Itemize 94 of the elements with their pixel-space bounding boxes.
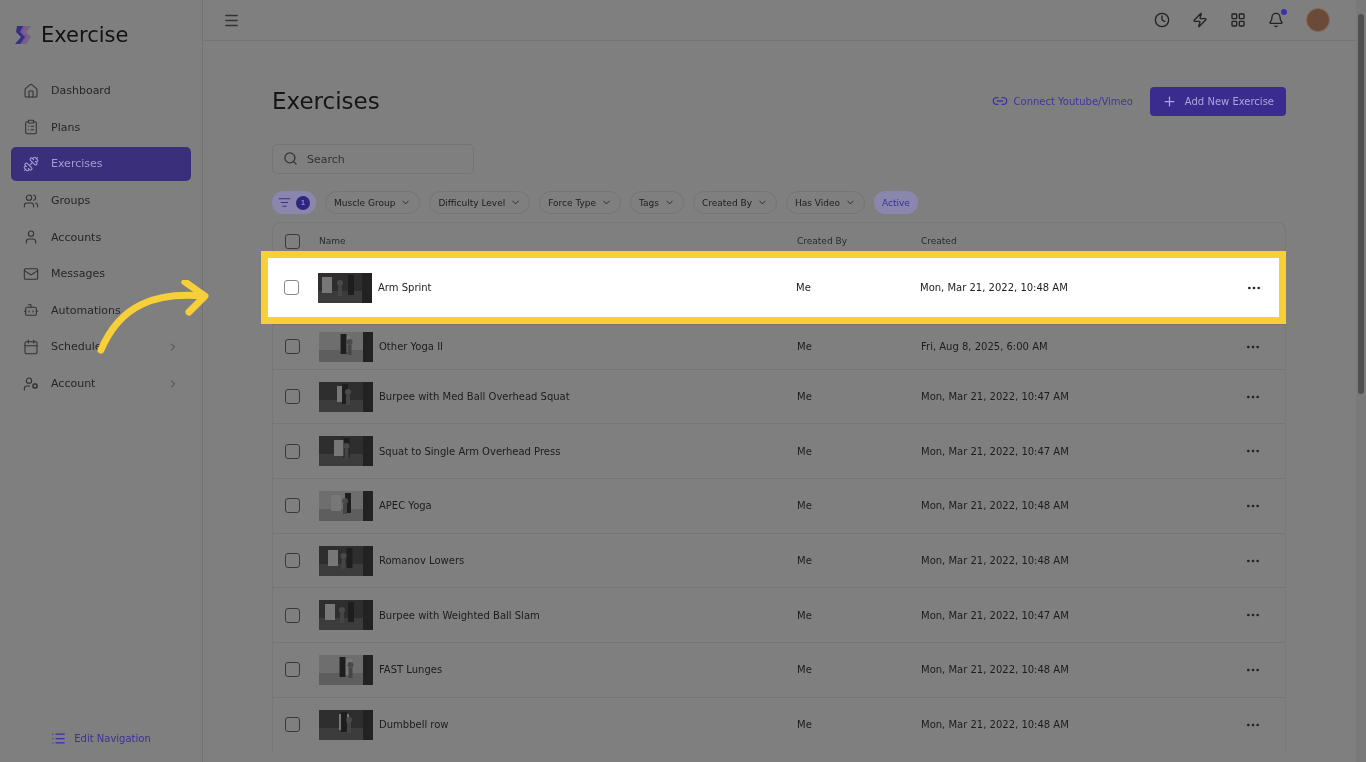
nav-label: Automations — [51, 303, 122, 317]
table-cell-text: Mon, Mar 21, 2022, 10:48 AM — [921, 719, 1070, 731]
edit-navigation-link[interactable]: Edit Navigation — [11, 731, 191, 762]
nav-item[interactable]: Groups — [11, 183, 191, 218]
search-field[interactable]: Search — [272, 144, 474, 174]
nav-label: Schedule — [51, 340, 103, 354]
exercise-name: Burpee with Weighted Ball Slam — [379, 609, 541, 621]
calendar-icon — [23, 338, 39, 355]
table-cell-text: Me — [797, 719, 813, 731]
highlighted-row[interactable]: Arm Sprint Me Mon, Mar 21, 2022, 10:48 AM — [261, 251, 1286, 324]
table-cell-text: Me — [796, 282, 812, 293]
table-cell-text: Me — [797, 391, 813, 403]
checkbox[interactable] — [285, 717, 300, 733]
table-cell-text: Me — [797, 445, 813, 457]
nav-label: Groups — [51, 194, 92, 208]
app-name: Exercise — [41, 23, 129, 47]
nav-label: Plans — [51, 120, 82, 134]
table-row[interactable]: APEC Yoga Me Mon, Mar 21, 2022, 10:48 AM — [273, 478, 1285, 533]
table-cell-text: Mon, Mar 21, 2022, 10:48 AM — [921, 500, 1070, 512]
table-cell-text: Mon, Mar 21, 2022, 10:47 AM — [921, 445, 1070, 457]
nav-item[interactable]: Account — [11, 366, 191, 401]
add-button[interactable]: Add New Exercise — [1149, 86, 1286, 116]
checkbox[interactable] — [285, 553, 300, 569]
nav-label: Dashboard — [51, 84, 112, 98]
nav-item[interactable]: Automations — [11, 293, 191, 328]
exercise-name: Romanov Lowers — [379, 555, 466, 567]
user-icon — [23, 229, 39, 246]
table-cell-text: Mon, Mar 21, 2022, 10:47 AM — [921, 609, 1070, 621]
users-icon — [23, 192, 39, 209]
table-cell-text: Mon, Mar 21, 2022, 10:48 AM — [920, 282, 1069, 293]
filter-icon — [278, 196, 291, 209]
table-cell-text: Me — [797, 555, 813, 567]
table-cell-text: Me — [797, 341, 813, 353]
nav-item[interactable]: Dashboard — [11, 74, 191, 108]
nav-label: Messages — [51, 267, 106, 281]
table-row[interactable]: FAST Lunges Me Mon, Mar 21, 2022, 10:48 AM — [273, 642, 1285, 697]
exercise-name: APEC Yoga — [379, 500, 433, 512]
table-cell-text: Mon, Mar 21, 2022, 10:48 AM — [921, 555, 1070, 567]
exercise-name: Arm Sprint — [378, 282, 433, 293]
nav-item[interactable]: Schedule — [11, 330, 191, 364]
search-icon — [283, 151, 298, 166]
checkbox[interactable] — [285, 443, 300, 459]
table-cell-text: Me — [797, 500, 813, 512]
table-row[interactable]: Dumbbell row Me Mon, Mar 21, 2022, 10:48 AM — [273, 696, 1285, 752]
filter-count: 1 — [296, 195, 310, 210]
column-header: Created By — [797, 236, 848, 246]
user-gear-icon — [23, 375, 39, 392]
nav-item[interactable]: Messages — [11, 256, 191, 291]
dumbbell-icon — [23, 156, 39, 172]
nav-label: Accounts — [51, 230, 103, 244]
checkbox[interactable] — [285, 233, 300, 249]
clock-icon[interactable] — [1154, 12, 1170, 28]
table-cell-text: Mon, Mar 21, 2022, 10:47 AM — [921, 391, 1070, 403]
checkbox[interactable] — [285, 498, 300, 514]
exercise-name: Burpee with Med Ball Overhead Squat — [379, 391, 571, 403]
checkbox[interactable] — [284, 280, 299, 295]
exercise-name: Squat to Single Arm Overhead Press — [379, 445, 562, 457]
table-row[interactable]: Squat to Single Arm Overhead Press Me Mon, Mar 21, 2022, 10:47 AM — [273, 423, 1285, 479]
exercise-name: Other Yoga II — [379, 341, 445, 353]
house-icon — [23, 82, 39, 99]
table-cell-text: Mon, Mar 21, 2022, 10:48 AM — [921, 664, 1070, 676]
exercise-name: FAST Lunges — [379, 664, 444, 676]
nav-item[interactable]: Accounts — [11, 220, 191, 254]
plus-icon — [1161, 93, 1177, 109]
lightning-icon[interactable] — [1192, 12, 1208, 28]
envelope-icon — [23, 265, 39, 282]
table-cell-text: Fri, Aug 8, 2025, 6:00 AM — [921, 341, 1049, 353]
table-row[interactable]: Other Yoga II Me Fri, Aug 8, 2025, 6:00 AM — [273, 324, 1285, 369]
table-cell-text: Me — [797, 609, 813, 621]
nav-item[interactable]: Plans — [11, 110, 191, 145]
table-row[interactable]: Burpee with Med Ball Overhead Squat Me Mon, Mar 21, 2022, 10:47 AM — [273, 368, 1285, 424]
filter-button[interactable]: 1 — [272, 191, 316, 214]
nav-label: Account — [51, 377, 97, 391]
robot-icon — [23, 302, 39, 319]
list-icon — [51, 731, 67, 746]
column-header: Created — [921, 236, 958, 246]
scrollbar-thumb[interactable] — [1358, 14, 1364, 394]
checkbox[interactable] — [285, 389, 300, 405]
page-title: Exercises — [272, 88, 380, 114]
grid-icon[interactable] — [1230, 12, 1246, 28]
checkbox[interactable] — [285, 662, 300, 678]
nav-label: Exercises — [51, 157, 104, 171]
clipboard-icon — [23, 119, 39, 136]
exercise-name: Dumbbell row — [379, 719, 450, 731]
checkbox[interactable] — [285, 339, 300, 355]
bell-icon[interactable] — [1268, 12, 1284, 28]
table-row[interactable]: Burpee with Weighted Ball Slam Me Mon, Mar 21, 2022, 10:47 AM — [273, 587, 1285, 643]
column-header: Name — [319, 236, 347, 246]
checkbox[interactable] — [285, 607, 300, 623]
filter-chip[interactable]: Active — [874, 191, 918, 214]
table-row[interactable]: Romanov Lowers Me Mon, Mar 21, 2022, 10:48 AM — [273, 532, 1285, 588]
nav-item[interactable]: Exercises — [11, 147, 191, 181]
table-cell-text: Me — [797, 664, 813, 676]
connect-link[interactable]: Connect Youtube/Vimeo — [991, 93, 1133, 109]
